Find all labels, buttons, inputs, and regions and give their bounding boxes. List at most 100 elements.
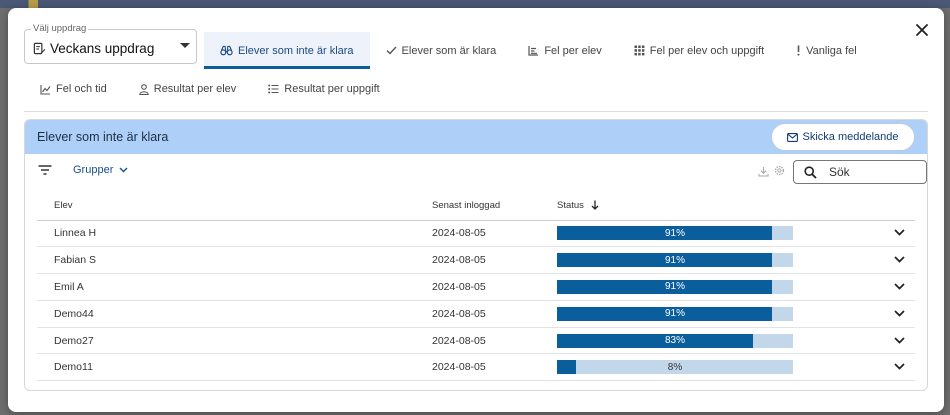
download-icon[interactable] (758, 166, 769, 177)
tab-resultat-per-uppgift[interactable]: Resultat per uppgift (252, 83, 395, 95)
last-login-date: 2024-08-05 (415, 246, 557, 275)
close-button[interactable] (910, 18, 934, 42)
tab-elever-som-ar-klara[interactable]: Elever som är klara (370, 32, 513, 69)
column-header-elev[interactable]: Elev (37, 191, 415, 221)
status-percent-label: 8% (667, 361, 683, 373)
table-row[interactable]: Linnea H 2024-08-05 91% (37, 220, 915, 248)
expand-row-chevron-icon[interactable] (894, 336, 905, 344)
last-login-date: 2024-08-05 (415, 353, 557, 382)
student-name: Demo44 (37, 300, 415, 328)
grid-icon (634, 45, 645, 56)
table-row[interactable]: Demo44 2024-08-05 91% (37, 300, 915, 328)
student-name: Demo27 (37, 327, 415, 355)
close-icon (916, 24, 928, 36)
expand-cell (857, 273, 915, 301)
column-header-status[interactable]: Status (557, 191, 857, 221)
check-icon (386, 46, 397, 55)
filter-icon[interactable] (38, 165, 52, 175)
expand-row-chevron-icon[interactable] (894, 256, 905, 263)
groups-label: Grupper (73, 164, 114, 176)
assignment-select-label: Välj uppdrag (31, 23, 89, 34)
status-percent-label: 83% (664, 335, 685, 347)
status-cell: 91% (557, 246, 857, 275)
expand-cell (857, 300, 915, 328)
expand-cell (857, 353, 915, 382)
assignment-select[interactable]: Välj uppdrag Veckans uppdrag (24, 23, 197, 64)
search-input[interactable] (829, 165, 909, 179)
expand-cell (857, 246, 915, 275)
chevron-down-icon (119, 167, 128, 173)
tab-elever-som-inte-ar-klara[interactable]: Elever som inte är klara (204, 32, 370, 69)
tab-fel-per-elev-och-uppgift[interactable]: Fel per elev och uppgift (618, 32, 780, 69)
expand-row-chevron-icon[interactable] (894, 310, 905, 317)
panel-title: Elever som inte är klara (37, 130, 169, 144)
column-header-expand (857, 191, 915, 221)
caret-down-icon (180, 43, 190, 48)
status-progress-bar: 91% (557, 253, 793, 268)
status-progress-bar: 91% (557, 226, 793, 241)
status-header-label: Status (557, 199, 584, 211)
tab-label: Resultat per elev (153, 83, 237, 95)
student-name: Fabian S (37, 246, 415, 275)
background-app-strip (0, 0, 950, 8)
tab-bar-secondary: Fel och tid Resultat per elev Resultat p… (24, 78, 396, 100)
last-login-date: 2024-08-05 (415, 220, 557, 248)
status-progress-bar: 8% (557, 360, 793, 375)
status-progress-bar: 83% (557, 333, 793, 348)
panel-header: Elever som inte är klara Skicka meddelan… (25, 120, 927, 154)
tab-bar-primary: Elever som inte är klara Elever som är k… (204, 32, 873, 69)
exclamation-icon (797, 45, 800, 56)
send-message-button[interactable]: Skicka meddelande (771, 123, 915, 151)
students-not-done-panel: Elever som inte är klara Skicka meddelan… (24, 119, 928, 391)
students-table: Elev Senast inloggad Status Linnea H 2024… (37, 191, 915, 382)
status-cell: 8% (557, 353, 857, 382)
search-icon (804, 165, 817, 179)
assignment-results-dialog: Välj uppdrag Veckans uppdrag Elever som … (8, 8, 944, 412)
table-body: Linnea H 2024-08-05 91% Fabian S 2024-08-05 9… (37, 220, 915, 382)
table-row[interactable]: Emil A 2024-08-05 91% (37, 273, 915, 301)
tab-label: Elever som inte är klara (238, 44, 354, 57)
expand-row-chevron-icon[interactable] (894, 283, 905, 290)
table-row[interactable]: Demo27 2024-08-05 83% (37, 327, 915, 355)
status-cell: 91% (557, 220, 857, 248)
tab-vanliga-fel[interactable]: Vanliga fel (780, 32, 873, 69)
search-field[interactable] (793, 160, 927, 184)
edit-document-icon (33, 42, 46, 55)
table-row[interactable]: Fabian S 2024-08-05 91% (37, 246, 915, 275)
table-header-row: Elev Senast inloggad Status (37, 191, 915, 221)
student-name: Emil A (37, 273, 415, 301)
tab-label: Fel per elev och uppgift (649, 44, 765, 57)
status-progress-bar: 91% (557, 279, 793, 294)
status-percent-label: 91% (664, 281, 685, 293)
line-chart-icon (40, 84, 51, 95)
list-icon (268, 84, 279, 94)
status-progress-bar: 91% (557, 306, 793, 321)
assignment-select-value: Veckans uppdrag (50, 41, 155, 56)
tab-fel-per-elev[interactable]: Fel per elev (512, 32, 617, 69)
tab-fel-och-tid[interactable]: Fel och tid (24, 83, 123, 95)
send-message-label: Skicka meddelande (802, 131, 899, 143)
binoculars-icon (220, 45, 233, 56)
table-row[interactable]: Demo11 2024-08-05 8% (37, 353, 915, 382)
gear-icon[interactable] (774, 165, 785, 176)
student-name: Linnea H (37, 220, 415, 248)
person-icon (138, 83, 149, 95)
section-divider (24, 111, 928, 112)
status-cell: 91% (557, 273, 857, 301)
expand-row-chevron-icon[interactable] (894, 363, 905, 371)
tab-label: Vanliga fel (806, 44, 857, 57)
groups-dropdown[interactable]: Grupper (73, 164, 128, 176)
expand-cell (857, 327, 915, 355)
last-login-date: 2024-08-05 (415, 273, 557, 301)
sort-descending-icon (591, 200, 599, 211)
table-toolbar: Grupper (25, 154, 927, 190)
expand-cell (857, 220, 915, 248)
student-name: Demo11 (37, 353, 415, 382)
tab-resultat-per-elev[interactable]: Resultat per elev (123, 83, 253, 95)
tab-label: Elever som är klara (401, 44, 497, 57)
tab-label: Fel per elev (544, 44, 602, 57)
last-login-date: 2024-08-05 (415, 327, 557, 355)
expand-row-chevron-icon[interactable] (894, 229, 905, 237)
column-header-senast-inloggad[interactable]: Senast inloggad (415, 191, 557, 221)
tab-label: Fel och tid (56, 83, 107, 95)
